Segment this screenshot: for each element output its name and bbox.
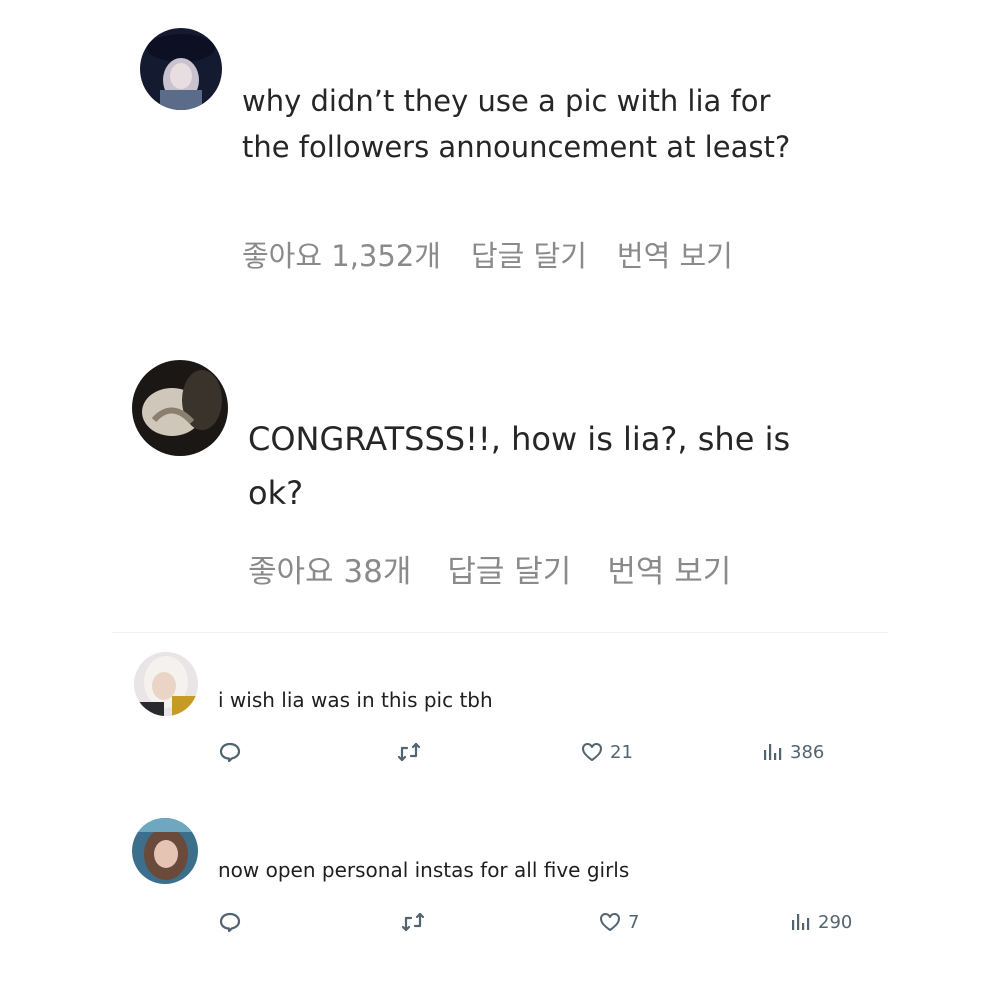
like-count-link[interactable]: 좋아요 1,352개 [242, 233, 441, 275]
bar-chart-icon [764, 744, 782, 760]
reply-link[interactable]: 답글 달기 [447, 546, 571, 591]
comment-actions: 좋아요 1,352개 답글 달기 번역 보기 [242, 233, 733, 275]
reply-button[interactable] [218, 910, 242, 934]
retweet-button[interactable] [400, 910, 426, 934]
retweet-button[interactable] [396, 740, 422, 764]
reply-link[interactable]: 답글 달기 [471, 233, 587, 275]
avatar[interactable] [140, 28, 222, 110]
avatar[interactable] [132, 360, 228, 456]
views-button[interactable]: 290 [788, 910, 852, 934]
views-button[interactable]: 386 [760, 740, 824, 764]
translate-link[interactable]: 번역 보기 [617, 233, 733, 275]
speech-bubble-icon [219, 912, 241, 933]
reply-text: now open personal instas for all five gi… [218, 858, 630, 882]
bar-chart-icon [792, 914, 810, 930]
retweet-arrows-icon [401, 912, 425, 932]
speech-bubble-icon [219, 742, 241, 763]
like-button[interactable]: 21 [580, 740, 633, 764]
view-count: 386 [790, 741, 825, 763]
translate-link[interactable]: 번역 보기 [607, 546, 731, 591]
comment-text: why didn’t they use a pic with lia for t… [242, 84, 791, 164]
avatar[interactable] [132, 818, 198, 884]
heart-outline-icon [582, 743, 602, 761]
like-count-link[interactable]: 좋아요 38개 [248, 546, 411, 591]
divider [112, 632, 888, 633]
retweet-arrows-icon [397, 742, 421, 762]
like-count: 7 [628, 911, 640, 933]
avatar[interactable] [134, 652, 198, 716]
like-count: 21 [610, 741, 633, 763]
comment-actions: 좋아요 38개 답글 달기 번역 보기 [248, 546, 731, 591]
heart-outline-icon [600, 913, 620, 931]
reply-text: i wish lia was in this pic tbh [218, 688, 493, 712]
comment-text: CONGRATSSS!!, how is lia?, she is ok? [248, 420, 791, 512]
view-count: 290 [818, 911, 853, 933]
reply-button[interactable] [218, 740, 242, 764]
like-button[interactable]: 7 [598, 910, 639, 934]
